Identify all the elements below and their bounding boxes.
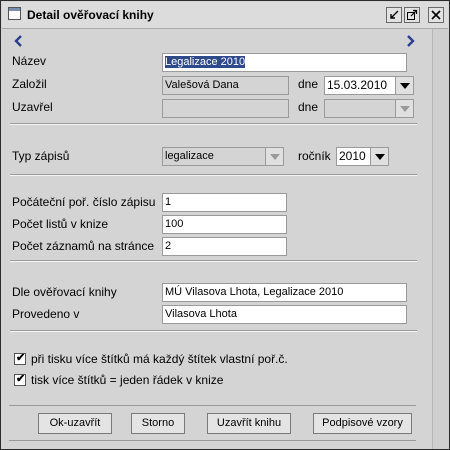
podpisove-vzory-button[interactable]: Podpisové vzory <box>313 413 412 434</box>
typ-value: legalizace <box>165 150 214 162</box>
provedeno-label: Provedeno v <box>12 307 80 321</box>
zalozil-date-select[interactable]: 15.03.2010 <box>324 76 414 95</box>
next-arrow-icon[interactable] <box>405 34 417 51</box>
close-icon[interactable] <box>428 7 444 23</box>
uzavrel-label: Uzavřel <box>12 100 53 114</box>
check-icon: ✔ <box>16 373 26 385</box>
checkbox-vlastni-poradi-label: při tisku více štítků má každý štítek vl… <box>31 352 288 366</box>
checkbox-jeden-radek-label: tisk více štítků = jeden řádek v knize <box>31 373 224 387</box>
pocatecni-label: Počáteční poř. číslo zápisu <box>12 195 156 209</box>
dle-label: Dle ověřovací knihy <box>12 285 117 299</box>
separator <box>10 330 417 332</box>
checkbox-jeden-radek[interactable]: ✔ <box>14 373 26 386</box>
check-icon: ✔ <box>16 352 26 364</box>
maximize-icon[interactable] <box>404 7 420 23</box>
separator <box>10 260 417 262</box>
nazev-value: Legalizace 2010 <box>165 56 246 68</box>
dne-label: dne <box>298 77 319 91</box>
storno-button[interactable]: Storno <box>131 413 185 434</box>
uzavrel-date-select <box>324 99 414 118</box>
typ-select: legalizace <box>162 147 284 166</box>
window: Detail ověřovací knihy Název Legalizace … <box>0 0 450 450</box>
rocnik-value: 2010 <box>339 149 366 163</box>
dle-input[interactable]: MÚ Vilasova Lhota, Legalizace 2010 <box>162 283 407 302</box>
uzavrit-knihu-button[interactable]: Uzavřít knihu <box>207 413 291 434</box>
window-title: Detail ověřovací knihy <box>27 8 154 22</box>
previous-arrow-icon[interactable] <box>12 34 24 51</box>
detail-form: Název Legalizace 2010 Založil Valešová D… <box>2 29 431 449</box>
minimize-icon[interactable] <box>386 7 402 23</box>
listu-input[interactable]: 100 <box>162 215 287 234</box>
checkbox-vlastni-poradi[interactable]: ✔ <box>14 352 26 365</box>
chevron-down-icon[interactable] <box>370 148 388 165</box>
zaznamu-label: Počet záznamů na stránce <box>12 239 155 253</box>
window-icon <box>8 7 21 20</box>
rocnik-label: ročník <box>298 149 331 163</box>
chevron-down-icon[interactable] <box>395 77 413 94</box>
scrollbar[interactable] <box>432 29 449 449</box>
ok-button[interactable]: Ok-uzavřít <box>38 413 112 434</box>
nazev-input[interactable]: Legalizace 2010 <box>162 53 407 72</box>
provedeno-input[interactable]: Vilasova Lhota <box>162 305 407 324</box>
rocnik-select[interactable]: 2010 <box>336 147 389 166</box>
nazev-label: Název <box>12 54 47 68</box>
zaznamu-input[interactable]: 2 <box>162 237 287 256</box>
zalozil-date-value: 15.03.2010 <box>327 78 388 92</box>
zalozil-label: Založil <box>12 77 47 91</box>
chevron-down-icon <box>395 100 413 117</box>
zalozil-field: Valešová Dana <box>162 76 289 95</box>
separator <box>10 174 417 176</box>
separator <box>10 123 417 125</box>
pocatecni-input[interactable]: 1 <box>162 193 287 212</box>
typ-label: Typ zápisů <box>12 149 70 163</box>
listu-label: Počet listů v knize <box>12 217 109 231</box>
chevron-down-icon <box>265 148 283 165</box>
dne2-label: dne <box>298 100 319 114</box>
uzavrel-field <box>162 99 289 118</box>
title-bar: Detail ověřovací knihy <box>2 2 448 29</box>
